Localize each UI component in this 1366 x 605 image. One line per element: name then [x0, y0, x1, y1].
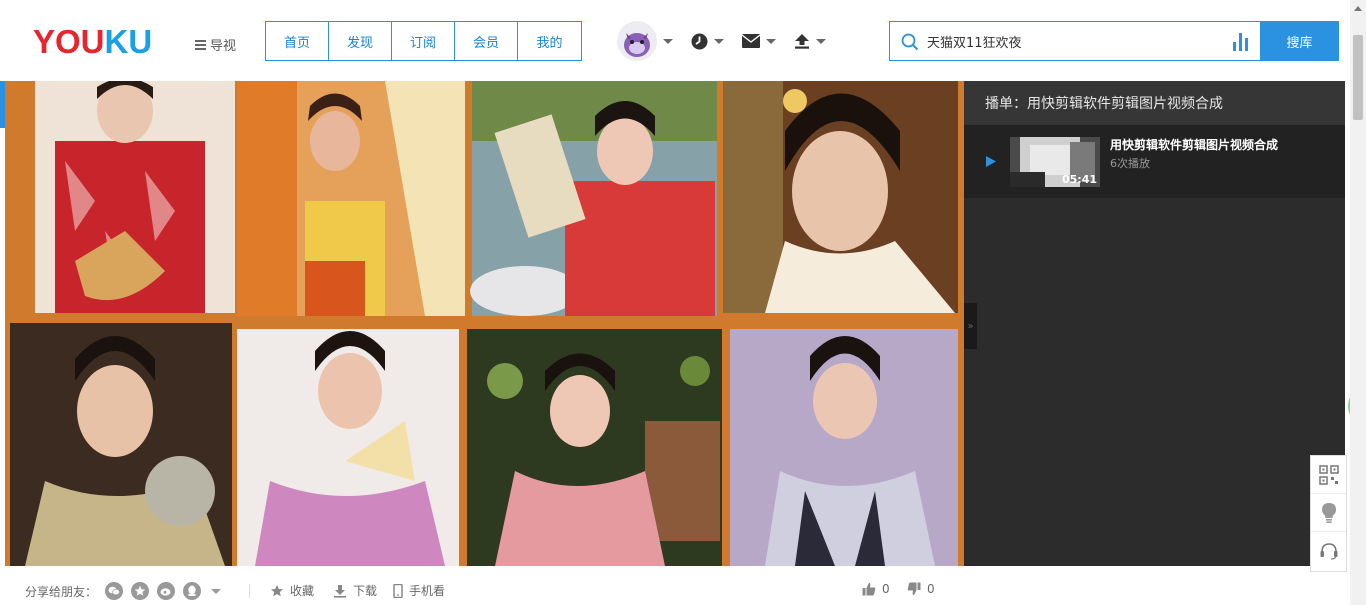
- page-scrollbar[interactable]: [1350, 0, 1366, 605]
- photo-top-4: [723, 81, 958, 313]
- wechat-share-icon[interactable]: [105, 582, 124, 600]
- messages-button[interactable]: [742, 34, 776, 48]
- youku-logo[interactable]: YOU KU: [33, 23, 153, 60]
- page: YOU KU 导视 首页 发现 订阅 会员 我的 天猫双11狂欢夜 搜库 播单：…: [0, 0, 1366, 605]
- download-label: 下载: [353, 584, 378, 598]
- playlist-panel: 播单：用快剪辑软件剪辑图片视频合成 05:41 用快剪辑软件剪辑图片视频合成 6…: [964, 81, 1345, 566]
- playlist-title: 播单：用快剪辑软件剪辑图片视频合成: [964, 81, 1345, 125]
- mail-icon: [742, 34, 760, 48]
- playlist-item[interactable]: 05:41 用快剪辑软件剪辑图片视频合成 6次播放: [964, 125, 1345, 198]
- collect-button[interactable]: 收藏: [270, 582, 314, 599]
- photo-top-2: [237, 81, 465, 316]
- lightbulb-icon: [1321, 502, 1336, 523]
- video-player[interactable]: [5, 81, 964, 566]
- mobile-watch-button[interactable]: 手机看: [393, 582, 445, 599]
- avatar-dropdown-caret[interactable]: [663, 38, 673, 44]
- like-button[interactable]: 0: [862, 582, 890, 596]
- tab-home[interactable]: 首页: [266, 22, 329, 60]
- thumbs-down-icon: [907, 582, 921, 596]
- mobile-watch-label: 手机看: [409, 584, 446, 598]
- phone-icon: [393, 583, 403, 598]
- dislike-count: 0: [927, 582, 935, 596]
- video-frame: [5, 81, 964, 566]
- tab-subscribe[interactable]: 订阅: [392, 22, 455, 60]
- scroll-thumb[interactable]: [1353, 35, 1363, 120]
- playlist-item-thumbnail[interactable]: 05:41: [1010, 137, 1100, 187]
- photo-bottom-4: [730, 329, 958, 566]
- photo-bottom-3: [467, 329, 722, 566]
- like-count: 0: [882, 582, 890, 596]
- qrcode-icon: [1318, 464, 1339, 485]
- double-chevron-right-icon: »: [967, 320, 974, 332]
- more-share-caret[interactable]: [211, 588, 222, 594]
- search-input[interactable]: [927, 22, 1217, 60]
- history-icon: [691, 33, 708, 49]
- qrcode-button[interactable]: [1311, 456, 1346, 494]
- search-box: [889, 21, 1260, 61]
- scroll-up-arrow[interactable]: [1354, 6, 1362, 11]
- photo-top-3: [470, 81, 717, 316]
- nav-guide-button[interactable]: 导视: [195, 35, 236, 54]
- qzone-share-icon[interactable]: [131, 582, 150, 600]
- download-button[interactable]: 下载: [333, 582, 377, 599]
- search-icon: [901, 33, 919, 51]
- avatar[interactable]: [617, 21, 657, 61]
- logo-text-red: YOU: [33, 23, 105, 60]
- trending-chart-icon[interactable]: [1232, 32, 1250, 52]
- collapse-playlist-button[interactable]: »: [964, 303, 977, 349]
- nav-guide-label: 导视: [210, 39, 237, 54]
- upload-button[interactable]: [794, 33, 826, 49]
- channel-tabs: 首页 发现 订阅 会员 我的: [265, 21, 582, 61]
- top-header: YOU KU 导视 首页 发现 订阅 会员 我的 天猫双11狂欢夜 搜库: [0, 0, 1350, 81]
- share-label: 分享给朋友：: [25, 584, 98, 599]
- logo-text-blue: KU: [104, 23, 153, 60]
- playlist-item-title[interactable]: 用快剪辑软件剪辑图片视频合成: [1110, 136, 1278, 153]
- download-icon: [334, 584, 346, 598]
- upload-dropdown-caret: [816, 38, 826, 44]
- photo-top-1: [35, 81, 235, 313]
- history-button[interactable]: [691, 33, 724, 50]
- tab-mine[interactable]: 我的: [518, 22, 581, 60]
- headset-icon: [1320, 543, 1337, 560]
- star-icon: [271, 584, 283, 596]
- video-duration: 05:41: [1061, 173, 1097, 186]
- qq-share-icon[interactable]: [183, 582, 202, 600]
- divider: [249, 584, 250, 598]
- menu-icon: [195, 39, 206, 50]
- dislike-button[interactable]: 0: [907, 582, 935, 596]
- search-button[interactable]: 搜库: [1260, 21, 1339, 61]
- history-dropdown-caret: [714, 38, 724, 44]
- mail-dropdown-caret: [766, 38, 776, 44]
- tab-discover[interactable]: 发现: [329, 22, 392, 60]
- photo-bottom-1: [10, 323, 232, 566]
- video-action-bar: 分享给朋友： 收藏 下载 手机看 0 0: [0, 566, 1350, 605]
- customer-service-button[interactable]: [1311, 532, 1346, 570]
- upload-icon: [795, 34, 809, 49]
- search-bar: 搜库: [889, 21, 1339, 61]
- tab-vip[interactable]: 会员: [455, 22, 518, 60]
- weibo-share-icon[interactable]: [157, 582, 176, 600]
- share-group: 分享给朋友：: [25, 582, 222, 600]
- playlist-item-play-count: 6次播放: [1110, 157, 1150, 170]
- lightbulb-button[interactable]: [1311, 494, 1346, 532]
- photo-bottom-2: [237, 329, 459, 566]
- thumbs-up-icon: [862, 582, 876, 596]
- play-icon: [986, 156, 996, 167]
- floating-tools: [1310, 455, 1347, 572]
- collect-label: 收藏: [290, 584, 315, 598]
- header-user-tools: [617, 21, 826, 61]
- avatar-icon: [617, 21, 657, 61]
